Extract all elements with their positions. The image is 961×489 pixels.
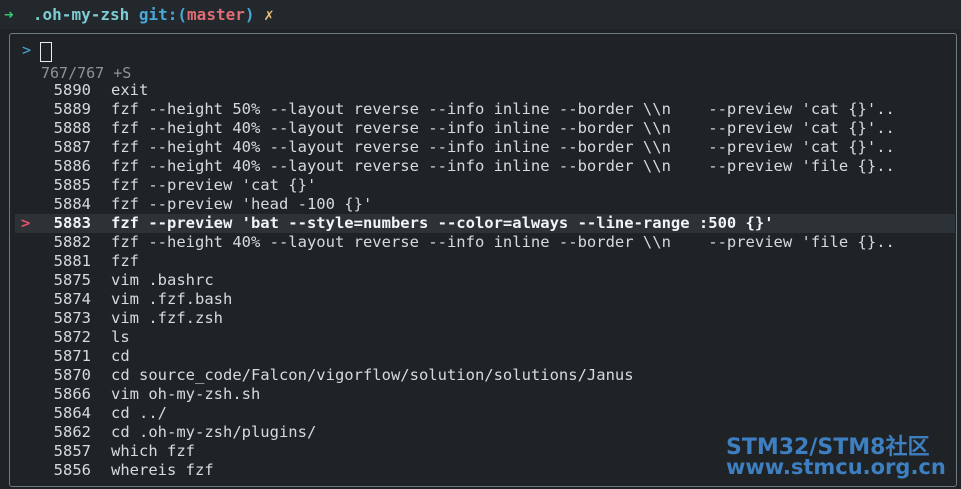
- history-command: fzf --height 40% --layout reverse --info…: [111, 233, 895, 251]
- history-row-selected[interactable]: >5883 fzf --preview 'bat --style=numbers …: [15, 214, 955, 233]
- history-command: fzf --height 40% --layout reverse --info…: [111, 157, 895, 175]
- history-number: 5881: [53, 252, 91, 270]
- fzf-prompt-symbol: >: [22, 41, 32, 59]
- history-number: 5857: [53, 442, 91, 460]
- history-number: 5884: [53, 195, 91, 213]
- history-number: 5882: [53, 233, 91, 251]
- history-command: fzf --height 40% --layout reverse --info…: [111, 138, 895, 156]
- watermark-url: www.stmcu.org.cn: [726, 455, 946, 479]
- history-command: fzf --height 50% --layout reverse --info…: [111, 100, 895, 118]
- history-row[interactable]: 5882 fzf --height 40% --layout reverse --…: [15, 233, 955, 252]
- history-row[interactable]: 5884 fzf --preview 'head -100 {}': [15, 195, 955, 214]
- history-command: vim .fzf.zsh: [111, 309, 223, 327]
- history-row[interactable]: 5889 fzf --height 50% --layout reverse --…: [15, 100, 955, 119]
- history-row[interactable]: 5872 ls: [15, 328, 955, 347]
- history-command: whereis fzf: [111, 461, 214, 479]
- shell-prompt: ➜ .oh-my-zsh git:(master) ✗: [4, 5, 274, 24]
- history-command: which fzf: [111, 442, 195, 460]
- prompt-arrow-icon: ➜: [4, 5, 14, 24]
- history-command: fzf --preview 'head -100 {}': [111, 195, 373, 213]
- shell-prompt-bar: ➜ .oh-my-zsh git:(master) ✗: [0, 0, 961, 29]
- history-number: 5872: [53, 328, 91, 346]
- history-row[interactable]: 5885 fzf --preview 'cat {}': [15, 176, 955, 195]
- history-number: 5873: [53, 309, 91, 327]
- history-number: 5864: [53, 404, 91, 422]
- history-row[interactable]: 5881 fzf: [15, 252, 955, 271]
- history-command: fzf --preview 'bat --style=numbers --col…: [111, 214, 774, 232]
- history-command: cd ../: [111, 404, 167, 422]
- history-row[interactable]: 5888 fzf --height 40% --layout reverse --…: [15, 119, 955, 138]
- history-number: 5883: [53, 214, 91, 232]
- dirty-mark-icon: ✗: [264, 5, 274, 24]
- history-number: 5875: [53, 271, 91, 289]
- history-number: 5874: [53, 290, 91, 308]
- git-branch: master: [187, 5, 245, 24]
- history-number: 5871: [53, 347, 91, 365]
- history-row[interactable]: 5890 exit: [15, 81, 955, 100]
- match-count: 767/767 +S: [41, 64, 132, 82]
- history-command: cd: [111, 347, 130, 365]
- current-directory: .oh-my-zsh: [32, 5, 130, 24]
- history-command: exit: [111, 81, 149, 99]
- history-number: 5885: [53, 176, 91, 194]
- history-row[interactable]: 5875 vim .bashrc: [15, 271, 955, 290]
- history-row[interactable]: 5873 vim .fzf.zsh: [15, 309, 955, 328]
- history-command: vim oh-my-zsh.sh: [111, 385, 261, 403]
- history-number: 5890: [53, 81, 91, 99]
- query-input[interactable]: [40, 42, 52, 62]
- history-number: 5866: [53, 385, 91, 403]
- history-row[interactable]: 5874 vim .fzf.bash: [15, 290, 955, 309]
- history-number: 5889: [53, 100, 91, 118]
- history-row[interactable]: 5866 vim oh-my-zsh.sh: [15, 385, 955, 404]
- history-command: fzf --height 40% --layout reverse --info…: [111, 119, 895, 137]
- history-command: fzf: [111, 252, 139, 270]
- history-row[interactable]: 5871 cd: [15, 347, 955, 366]
- history-command: vim .bashrc: [111, 271, 214, 289]
- history-command: cd .oh-my-zsh/plugins/: [111, 423, 317, 441]
- history-number: 5886: [53, 157, 91, 175]
- history-row[interactable]: 5886 fzf --height 40% --layout reverse --…: [15, 157, 955, 176]
- history-row[interactable]: 5870 cd source_code/Falcon/vigorflow/solu…: [15, 366, 955, 385]
- git-label-close: ): [244, 5, 255, 24]
- history-command: cd source_code/Falcon/vigorflow/solution…: [111, 366, 634, 384]
- history-number: 5856: [53, 461, 91, 479]
- history-command: ls: [111, 328, 130, 346]
- history-command: fzf --preview 'cat {}': [111, 176, 317, 194]
- history-number: 5870: [53, 366, 91, 384]
- history-row[interactable]: 5887 fzf --height 40% --layout reverse --…: [15, 138, 955, 157]
- history-number: 5888: [53, 119, 91, 137]
- history-command: vim .fzf.bash: [111, 290, 233, 308]
- history-number: 5862: [53, 423, 91, 441]
- git-label: git:(: [138, 5, 188, 24]
- history-row[interactable]: 5864 cd ../: [15, 404, 955, 423]
- history-number: 5887: [53, 138, 91, 156]
